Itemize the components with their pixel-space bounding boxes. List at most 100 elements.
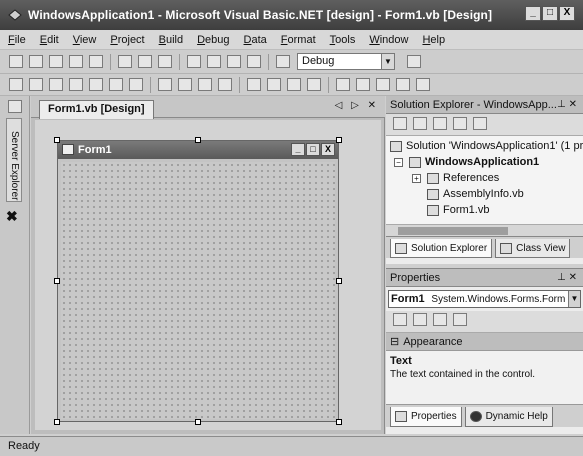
server-explorer-icon[interactable]	[8, 100, 22, 113]
tab-dynamic-help[interactable]: Dynamic Help	[464, 407, 553, 427]
navigate-forward-icon[interactable]	[247, 55, 261, 68]
form-file-icon	[427, 204, 439, 216]
size-to-grid-icon[interactable]	[218, 78, 232, 91]
bring-to-front-icon[interactable]	[396, 78, 410, 91]
send-to-back-icon[interactable]	[416, 78, 430, 91]
menu-window[interactable]: Window	[369, 34, 408, 46]
align-to-grid-icon[interactable]	[9, 78, 23, 91]
view-designer-icon[interactable]	[413, 117, 427, 130]
menu-build[interactable]: Build	[159, 34, 183, 46]
tree-item-references[interactable]: + References	[412, 172, 499, 184]
save-all-icon[interactable]	[89, 55, 103, 68]
save-icon[interactable]	[69, 55, 83, 68]
horizontal-scrollbar[interactable]	[386, 224, 583, 236]
form1-window[interactable]: Form1 _ □ X	[57, 140, 339, 422]
scrollbar-thumb[interactable]	[398, 227, 508, 235]
expand-icon[interactable]: +	[412, 173, 421, 183]
open-file-icon[interactable]	[49, 55, 63, 68]
new-project-icon[interactable]	[9, 55, 23, 68]
tab-properties[interactable]: Properties	[390, 407, 462, 427]
find-icon[interactable]	[407, 55, 421, 68]
horizontal-spacing-icon[interactable]	[247, 78, 261, 91]
navigate-back-icon[interactable]	[227, 55, 241, 68]
make-same-height-icon[interactable]	[178, 78, 192, 91]
view-code-icon[interactable]	[393, 117, 407, 130]
tree-item-solution[interactable]: Solution 'WindowsApplication1' (1 projec…	[390, 140, 583, 152]
tree-item-project[interactable]: − WindowsApplication1	[394, 156, 539, 168]
collapse-icon[interactable]: ⊟	[390, 333, 399, 351]
panel-pin-close[interactable]: ⊥ ✕	[557, 96, 577, 114]
maximize-button[interactable]: □	[542, 6, 558, 21]
align-tops-icon[interactable]	[89, 78, 103, 91]
close-button[interactable]: X	[559, 6, 575, 21]
tab-form1-design[interactable]: Form1.vb [Design]	[39, 100, 154, 119]
menu-project[interactable]: Project	[110, 34, 144, 46]
object-selector[interactable]: Form1 System.Windows.Forms.Form ▼	[388, 290, 581, 308]
align-rights-icon[interactable]	[69, 78, 83, 91]
menu-format[interactable]: Format	[281, 34, 316, 46]
resize-handle-bottom-left[interactable]	[54, 419, 60, 425]
align-middles-icon[interactable]	[109, 78, 123, 91]
resize-handle-left[interactable]	[54, 278, 60, 284]
show-all-files-icon[interactable]	[453, 117, 467, 130]
design-surface[interactable]: Form1 _ □ X	[35, 120, 381, 430]
increase-spacing-icon[interactable]	[267, 78, 281, 91]
start-icon[interactable]	[276, 55, 290, 68]
align-bottoms-icon[interactable]	[129, 78, 143, 91]
menu-debug[interactable]: Debug	[197, 34, 229, 46]
menu-help[interactable]: Help	[422, 34, 445, 46]
menu-file[interactable]: File	[8, 34, 26, 46]
align-centers-icon[interactable]	[49, 78, 63, 91]
description-pane: Text The text contained in the control.	[386, 351, 583, 405]
tab-label: Dynamic Help	[485, 411, 548, 422]
copy-icon[interactable]	[138, 55, 152, 68]
chevron-down-icon[interactable]: ▼	[381, 54, 394, 69]
refresh-icon[interactable]	[433, 117, 447, 130]
events-icon[interactable]	[453, 313, 467, 326]
toolbox-icon[interactable]: ✖	[6, 208, 18, 225]
redo-icon[interactable]	[207, 55, 221, 68]
properties-icon[interactable]	[473, 117, 487, 130]
tab-solution-explorer[interactable]: Solution Explorer	[390, 239, 493, 258]
tab-class-view[interactable]: Class View	[495, 239, 571, 258]
vertical-spacing-icon[interactable]	[336, 78, 350, 91]
make-same-size-icon[interactable]	[198, 78, 212, 91]
decrease-spacing-icon[interactable]	[287, 78, 301, 91]
paste-icon[interactable]	[158, 55, 172, 68]
alphabetical-icon[interactable]	[413, 313, 427, 326]
resize-handle-bottom[interactable]	[195, 419, 201, 425]
resize-handle-bottom-right[interactable]	[336, 419, 342, 425]
form-title-bar[interactable]: Form1 _ □ X	[58, 141, 338, 159]
resize-handle-top-right[interactable]	[336, 137, 342, 143]
tab-label: Properties	[411, 411, 457, 422]
categorized-icon[interactable]	[393, 313, 407, 326]
collapse-icon[interactable]: −	[394, 157, 403, 167]
menu-edit[interactable]: Edit	[40, 34, 59, 46]
solution-config-combo[interactable]: Debug ▼	[297, 53, 395, 70]
document-nav-controls[interactable]: ◁ ▷ ✕	[335, 100, 379, 111]
category-appearance[interactable]: ⊟ Appearance	[386, 333, 583, 351]
tree-item-assemblyinfo[interactable]: AssemblyInfo.vb	[427, 188, 524, 200]
menu-view[interactable]: View	[73, 34, 97, 46]
panel-pin-close[interactable]: ⊥ ✕	[557, 269, 577, 287]
server-explorer-tab[interactable]: Server Explorer	[6, 118, 22, 202]
tree-item-form1[interactable]: Form1.vb	[427, 204, 489, 216]
resize-handle-top[interactable]	[195, 137, 201, 143]
resize-handle-right[interactable]	[336, 278, 342, 284]
center-horizontally-icon[interactable]	[356, 78, 370, 91]
make-same-width-icon[interactable]	[158, 78, 172, 91]
minimize-button[interactable]: _	[525, 6, 541, 21]
add-item-icon[interactable]	[29, 55, 43, 68]
remove-spacing-icon[interactable]	[307, 78, 321, 91]
description-text: The text contained in the control.	[390, 369, 536, 380]
chevron-down-icon[interactable]: ▼	[568, 291, 580, 307]
form-client-area[interactable]	[61, 162, 335, 419]
undo-icon[interactable]	[187, 55, 201, 68]
cut-icon[interactable]	[118, 55, 132, 68]
resize-handle-top-left[interactable]	[54, 137, 60, 143]
menu-data[interactable]: Data	[244, 34, 267, 46]
align-lefts-icon[interactable]	[29, 78, 43, 91]
properties-view-icon[interactable]	[433, 313, 447, 326]
menu-tools[interactable]: Tools	[330, 34, 356, 46]
center-vertically-icon[interactable]	[376, 78, 390, 91]
